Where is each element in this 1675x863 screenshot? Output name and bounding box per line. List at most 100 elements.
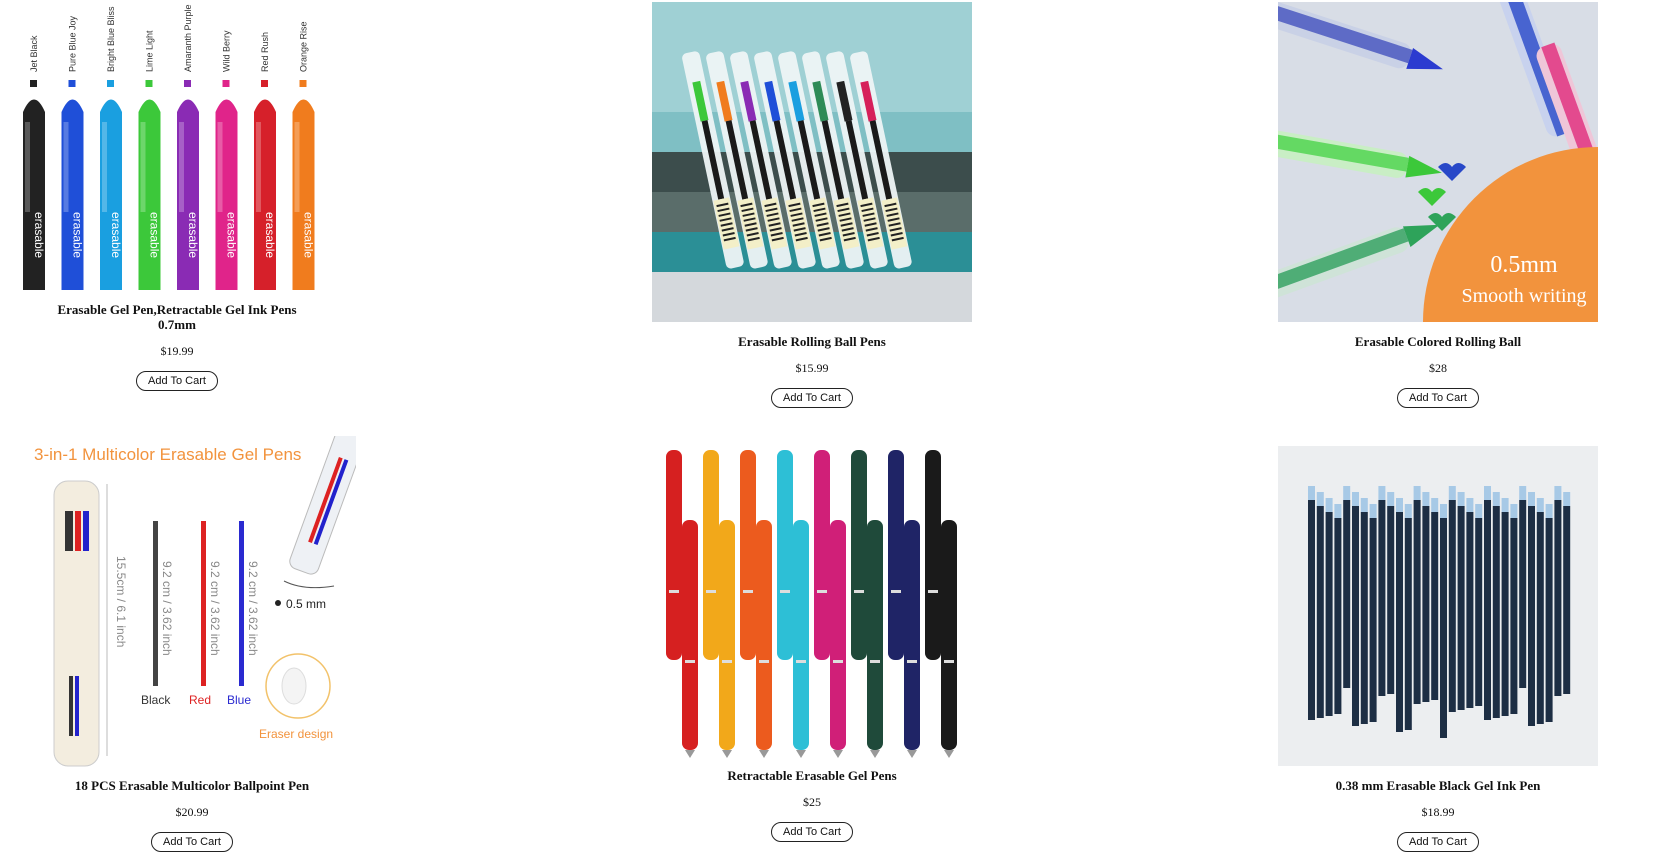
pen-front-row	[830, 520, 846, 750]
barrel-print: erasable	[71, 212, 85, 258]
refill-length-label: 9.2 cm / 3.62 inch	[246, 561, 260, 656]
pen-front-row	[756, 520, 772, 750]
color-swatch	[261, 80, 268, 87]
length-label: 15.5cm / 6.1 inch	[114, 556, 128, 647]
product-card: Erasable Rolling Ball Pens $15.99 Add To…	[642, 2, 982, 408]
size-badge: 0.5mm	[1490, 252, 1558, 278]
refill	[1378, 500, 1386, 696]
barrel-print: erasable	[302, 212, 316, 258]
refill-tip	[1387, 492, 1395, 506]
product-price: $25	[803, 795, 821, 809]
product-card: 0.5mm Smooth writing Erasable Colored Ro…	[1268, 2, 1608, 408]
refill-tip	[1369, 504, 1377, 518]
refill-tip	[1475, 504, 1483, 518]
product-image[interactable]: 0.5mm Smooth writing	[1278, 2, 1598, 322]
refill-tip	[1343, 486, 1351, 500]
refill	[1369, 518, 1377, 722]
color-swatch	[222, 80, 230, 87]
pen-back-row	[925, 450, 941, 660]
refill	[1519, 500, 1527, 688]
color-name-label: Pure Blue Joy	[68, 15, 78, 72]
product-image[interactable]	[652, 440, 972, 760]
add-to-cart-button[interactable]: Add To Cart	[1397, 832, 1479, 852]
barrel-print: erasable	[109, 212, 123, 258]
refill	[1352, 506, 1359, 726]
refill	[1343, 500, 1351, 688]
product-image[interactable]	[1278, 446, 1598, 766]
product-title[interactable]: Retractable Erasable Gel Pens	[642, 768, 982, 783]
product-price: $15.99	[795, 361, 829, 375]
product-card: 3-in-1 Multicolor Erasable Gel Pens 15.5…	[22, 436, 362, 852]
refill	[1360, 512, 1368, 724]
refill-tip	[1466, 498, 1474, 512]
refill	[1492, 506, 1500, 718]
product-title[interactable]: Erasable Gel Pen,Retractable Gel Ink Pen…	[7, 302, 347, 332]
refill	[1554, 500, 1562, 696]
product-card: Retractable Erasable Gel Pens $25 Add To…	[642, 440, 982, 842]
refill-label-black: Black	[141, 693, 171, 707]
add-to-cart-button[interactable]: Add To Cart	[771, 822, 853, 842]
color-name-label: Red Rush	[260, 32, 270, 72]
pen-front-row	[867, 520, 883, 750]
refill-tip	[1334, 504, 1342, 518]
color-swatch	[107, 80, 114, 87]
color-name-label: Orange Rise	[299, 21, 309, 72]
refill-label-blue: Blue	[227, 693, 251, 707]
refill-tip	[1484, 486, 1491, 500]
tip-size-label: 0.5 mm	[286, 597, 326, 611]
color-swatch	[145, 80, 153, 87]
color-name-label: Amaranth Purple	[183, 4, 193, 72]
image-header: 3-in-1 Multicolor Erasable Gel Pens	[34, 445, 301, 464]
product-image[interactable]: 3-in-1 Multicolor Erasable Gel Pens 15.5…	[28, 436, 356, 770]
refill-tip	[1448, 486, 1456, 500]
refill-tip	[1492, 492, 1500, 506]
color-swatch	[30, 80, 37, 87]
refill	[1545, 518, 1553, 722]
refill-tip	[1316, 492, 1324, 506]
product-image[interactable]: Jet Black erasable Pure Blue Joy erasable Br…	[17, 2, 337, 290]
product-price: $28	[1429, 361, 1447, 375]
refill-tip	[1457, 492, 1465, 506]
refill	[1316, 506, 1324, 718]
pen-back-row	[851, 450, 867, 660]
refill	[1431, 512, 1439, 700]
refill-tip	[1308, 486, 1315, 500]
refill	[1528, 506, 1535, 726]
pen-back-row	[888, 450, 904, 660]
refill	[1396, 512, 1403, 732]
product-title[interactable]: 0.38 mm Erasable Black Gel Ink Pen	[1268, 778, 1608, 793]
refill-tip	[1413, 486, 1421, 500]
product-title[interactable]: 18 PCS Erasable Multicolor Ballpoint Pen	[22, 778, 362, 793]
color-swatch	[68, 80, 76, 87]
barrel-print: erasable	[263, 212, 277, 258]
refill	[1440, 518, 1447, 738]
product-title[interactable]: Erasable Colored Rolling Ball	[1268, 334, 1608, 349]
refill	[1308, 500, 1315, 720]
add-to-cart-button[interactable]: Add To Cart	[1397, 388, 1479, 408]
refill	[1325, 512, 1333, 716]
product-image[interactable]	[652, 2, 972, 322]
add-to-cart-button[interactable]: Add To Cart	[151, 832, 233, 852]
refill-tip	[1554, 486, 1562, 500]
refill-tip	[1325, 498, 1333, 512]
refill-tip	[1545, 504, 1553, 518]
refill	[1334, 518, 1342, 714]
color-name-label: Wild Berry	[222, 30, 232, 72]
pen-back-row	[777, 450, 793, 660]
refill	[1466, 512, 1474, 708]
barrel-print: erasable	[32, 212, 46, 258]
refill	[1484, 500, 1491, 720]
refill-tip	[1510, 504, 1518, 518]
refill-tip	[1501, 498, 1509, 512]
product-card: Jet Black erasable Pure Blue Joy erasable Br…	[7, 2, 347, 391]
product-title[interactable]: Erasable Rolling Ball Pens	[642, 334, 982, 349]
add-to-cart-button[interactable]: Add To Cart	[771, 388, 853, 408]
barrel-print: erasable	[186, 212, 200, 258]
pen-front-row	[719, 520, 735, 750]
add-to-cart-button[interactable]: Add To Cart	[136, 371, 218, 391]
refill	[1387, 506, 1395, 694]
color-name-label: Jet Black	[29, 35, 39, 72]
color-name-label: Lime Light	[145, 30, 155, 72]
pen-back-row	[740, 450, 756, 660]
pen-front-row	[904, 520, 920, 750]
